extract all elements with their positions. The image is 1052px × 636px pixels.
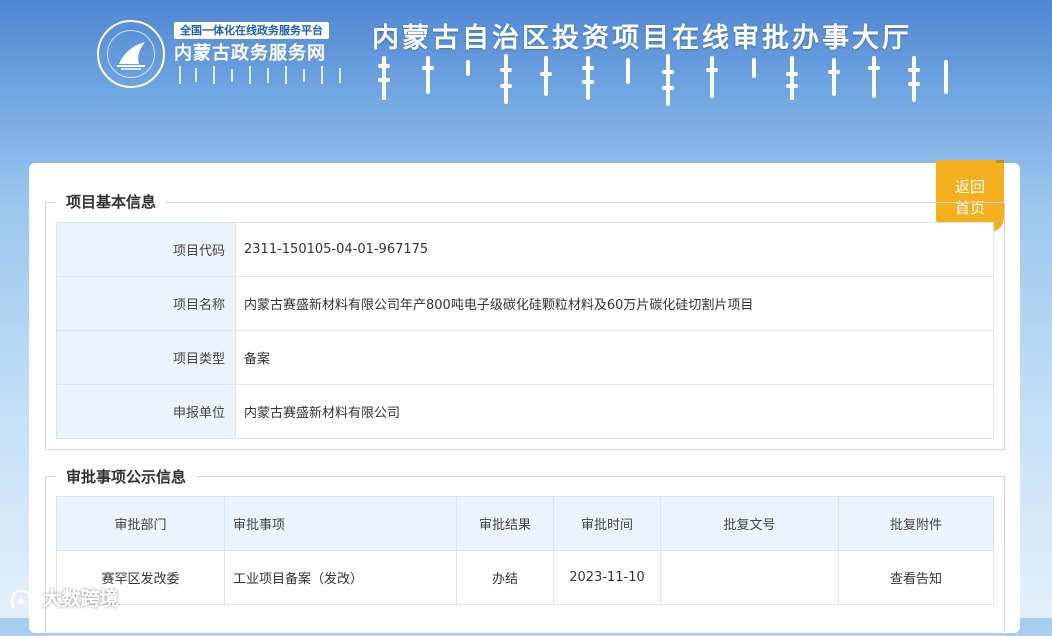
cell-time: 2023-11-10 xyxy=(553,550,661,605)
table-row: 项目类型 备案 xyxy=(56,330,994,385)
table-header-row: 审批部门 审批事项 审批结果 审批时间 批复文号 批复附件 xyxy=(56,496,994,551)
applicant-value: 内蒙古赛盛新材料有限公司 xyxy=(235,384,994,439)
col-header-item: 审批事项 xyxy=(224,496,457,551)
col-header-attachment: 批复附件 xyxy=(838,496,994,551)
project-code-label: 项目代码 xyxy=(56,222,236,277)
watermark-logo-icon xyxy=(10,589,32,609)
col-header-result: 审批结果 xyxy=(456,496,554,551)
col-header-time: 审批时间 xyxy=(553,496,661,551)
platform-badge: 全国一体化在线政务服务平台 xyxy=(174,22,329,39)
project-type-value: 备案 xyxy=(235,330,994,385)
table-row: 项目名称 内蒙古赛盛新材料有限公司年产800吨电子级碳化硅颗粒材料及60万片碳化… xyxy=(56,276,994,331)
approval-info-legend: 审批事项公示信息 xyxy=(56,466,197,487)
approval-table: 审批部门 审批事项 审批结果 审批时间 批复文号 批复附件 赛罕区发改委 工业项… xyxy=(56,496,994,605)
view-notice-link[interactable]: 查看告知 xyxy=(838,550,994,605)
cell-result: 办结 xyxy=(456,550,554,605)
table-row: 申报单位 内蒙古赛盛新材料有限公司 xyxy=(56,384,994,439)
col-header-docno: 批复文号 xyxy=(660,496,839,551)
gov-emblem-icon xyxy=(97,20,165,88)
page-title: 内蒙古自治区投资项目在线审批办事大厅 xyxy=(372,23,912,54)
platform-name: 内蒙古政务服务网 xyxy=(174,43,326,64)
applicant-label: 申报单位 xyxy=(56,384,236,439)
cell-docno xyxy=(660,550,839,605)
watermark-text: 大数跨境 xyxy=(42,588,119,610)
mongolian-script-title xyxy=(378,54,948,106)
project-name-value: 内蒙古赛盛新材料有限公司年产800吨电子级碳化硅颗粒材料及60万片碳化硅切割片项… xyxy=(235,276,994,331)
basic-info-legend: 项目基本信息 xyxy=(56,191,167,212)
back-home-label-line1: 返回 xyxy=(954,178,985,196)
mongolian-script-subtitle xyxy=(179,66,341,84)
col-header-dept: 审批部门 xyxy=(56,496,225,551)
watermark: 大数跨境 xyxy=(8,584,119,614)
table-row: 赛罕区发改委 工业项目备案（发改） 办结 2023-11-10 查看告知 xyxy=(56,550,994,605)
project-code-value: 2311-150105-04-01-967175 xyxy=(235,222,994,277)
basic-info-table: 项目代码 2311-150105-04-01-967175 项目名称 内蒙古赛盛… xyxy=(56,222,994,439)
project-type-label: 项目类型 xyxy=(56,330,236,385)
table-row: 项目代码 2311-150105-04-01-967175 xyxy=(56,222,994,277)
cell-item: 工业项目备案（发改） xyxy=(224,550,457,605)
project-name-label: 项目名称 xyxy=(56,276,236,331)
